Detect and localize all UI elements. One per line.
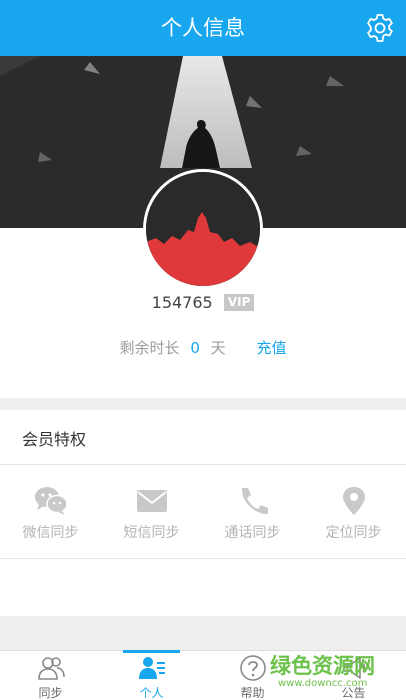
top-bar: 个人信息: [0, 0, 406, 56]
watermark-title: 绿色资源网: [270, 654, 375, 678]
remaining-time-row: 剩余时长 0 天 充值: [0, 337, 406, 359]
tab-sync[interactable]: 同步: [0, 651, 101, 700]
avatar-image: [146, 172, 260, 286]
privileges-title: 会员特权: [22, 430, 87, 449]
phone-icon: [241, 488, 268, 515]
privilege-label: 微信同步: [22, 525, 79, 541]
privilege-label: 短信同步: [123, 525, 180, 541]
tab-profile[interactable]: 个人: [101, 650, 202, 700]
privilege-call-sync[interactable]: 通话同步: [202, 470, 303, 558]
remaining-label: 剩余时长: [119, 339, 180, 357]
privilege-label: 通话同步: [224, 525, 281, 541]
privileges-grid: 微信同步 短信同步 通话同步 定位同步: [0, 470, 406, 558]
user-id-row: 154765 VIP: [0, 292, 406, 314]
users-icon: [37, 657, 65, 680]
privilege-label: 定位同步: [325, 525, 382, 541]
location-pin-icon: [342, 487, 365, 515]
divider-line: [0, 464, 406, 465]
recharge-link[interactable]: 充值: [256, 337, 286, 358]
bottom-gap: [0, 616, 406, 650]
avatar[interactable]: [146, 172, 260, 286]
gear-icon[interactable]: [364, 12, 396, 44]
tab-label: 同步: [38, 686, 63, 700]
profile-card-icon: [138, 657, 165, 679]
privilege-wechat-sync[interactable]: 微信同步: [0, 470, 101, 558]
user-id: 154765: [151, 293, 213, 312]
privilege-sms-sync[interactable]: 短信同步: [101, 470, 202, 558]
remaining-unit: 天: [210, 339, 226, 357]
divider-line: [0, 558, 406, 559]
watermark-url: www.downcc.com: [278, 678, 368, 689]
privilege-location-sync[interactable]: 定位同步: [303, 470, 404, 558]
vip-badge: VIP: [223, 294, 255, 311]
tab-label: 个人: [139, 686, 164, 700]
envelope-icon: [136, 490, 167, 512]
active-tab-indicator: [123, 650, 180, 653]
section-divider: [0, 398, 406, 410]
wechat-icon: [34, 487, 68, 515]
watermark: 绿色资源网 www.downcc.com: [252, 648, 406, 700]
page-title: 个人信息: [161, 16, 245, 40]
remaining-value: 0: [190, 338, 200, 357]
